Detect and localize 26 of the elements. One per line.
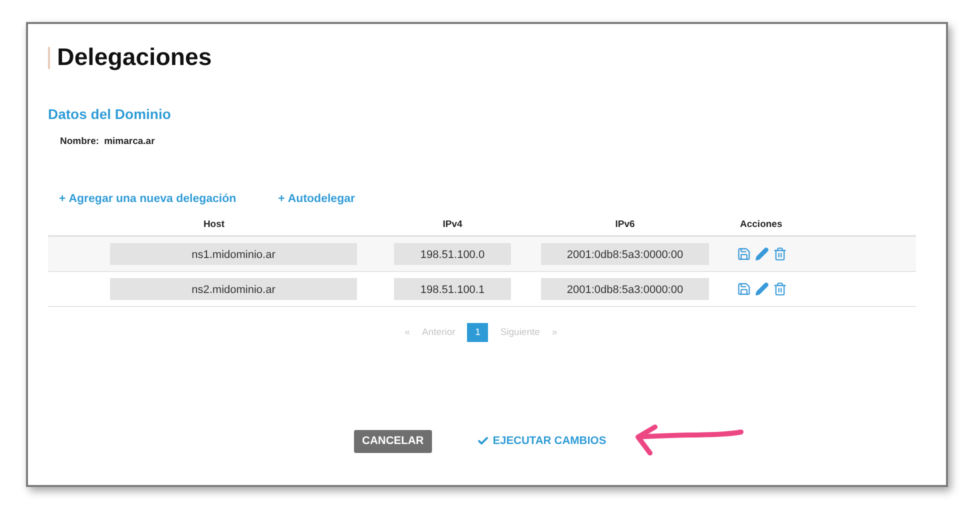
host-field: ns2.midominio.ar <box>110 278 357 300</box>
column-header: IPv4 <box>442 218 462 230</box>
section-heading: Datos del Dominio <box>48 106 172 122</box>
trash-icon[interactable] <box>773 282 787 296</box>
autodelegate-link[interactable]: + Autodelegar <box>278 193 355 205</box>
pencil-icon[interactable] <box>755 247 769 261</box>
page-number[interactable]: 1 <box>467 323 488 342</box>
add-delegation-link[interactable]: + Agregar una nueva delegación <box>59 193 236 205</box>
column-header: Host <box>203 218 225 230</box>
page-title: Delegaciones <box>57 44 212 72</box>
ipv4-field: 198.51.100.1 <box>394 278 511 300</box>
save-icon[interactable] <box>737 247 751 261</box>
ipv6-field: 2001:0db8:5a3:0000:00 <box>541 243 709 265</box>
trash-icon[interactable] <box>773 247 787 261</box>
ipv4-field: 198.51.100.0 <box>394 243 511 265</box>
pencil-icon[interactable] <box>755 282 769 296</box>
execute-button[interactable]: EJECUTAR CAMBIOS <box>468 430 614 452</box>
check-icon <box>476 435 489 447</box>
name-label: Nombre: <box>60 136 100 147</box>
name-value: mimarca.ar <box>104 136 155 147</box>
column-header: IPv6 <box>615 218 635 230</box>
ipv6-field: 2001:0db8:5a3:0000:00 <box>541 278 709 300</box>
save-icon[interactable] <box>737 282 751 296</box>
column-header: Acciones <box>740 218 782 230</box>
host-field: ns1.midominio.ar <box>110 243 357 265</box>
cancel-button[interactable]: CANCELAR <box>354 430 432 452</box>
